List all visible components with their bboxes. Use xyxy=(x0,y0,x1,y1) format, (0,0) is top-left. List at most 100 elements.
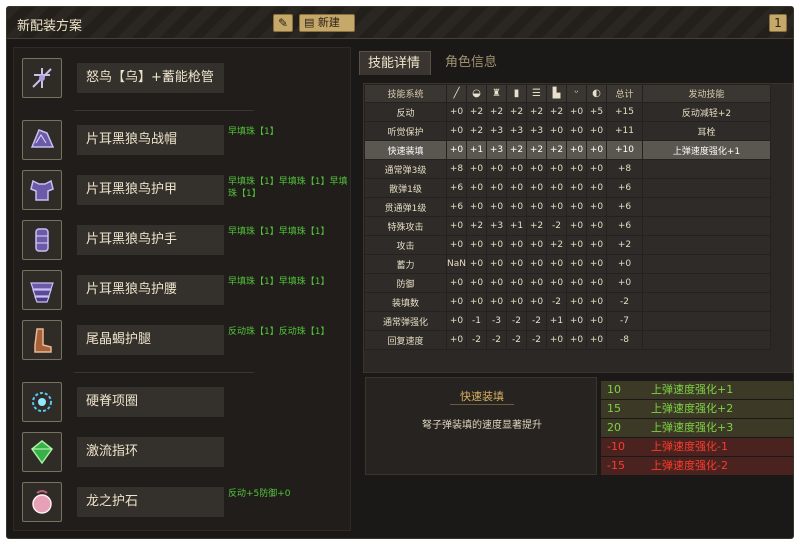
waist-icon: ☰ xyxy=(526,84,547,103)
skill-value-cell: +2 xyxy=(466,121,487,141)
new-button[interactable]: ▤ 新建 xyxy=(299,14,355,32)
table-row[interactable]: 通常弹强化 +0 -1 -3 -2 -2 +1 +0 +0 -7 xyxy=(364,311,771,331)
activation-list: 10 上弹速度强化+1 15 上弹速度强化+2 20 上弹速度强化+3 -10 上弹速度强化-… xyxy=(601,381,793,476)
skill-value-cell: +0 xyxy=(546,159,567,179)
skill-value-cell: +0 xyxy=(586,178,607,198)
table-row[interactable]: 装填数 +0 +0 +0 +0 +0 -2 +0 +0 -2 xyxy=(364,292,771,312)
activated-skill-cell: 反动减轻+2 xyxy=(642,102,771,122)
weapon-bowgun-icon xyxy=(22,58,62,98)
skill-value-cell: +2 xyxy=(466,216,487,236)
table-row[interactable]: 回复速度 +0 -2 -2 -2 -2 +0 +0 +0 -8 xyxy=(364,330,771,350)
skill-value-cell: +0 xyxy=(466,159,487,179)
skill-value-cell: +0 xyxy=(526,197,547,217)
equipment-name: 片耳黑狼鸟战帽 xyxy=(77,125,224,155)
chest-icon xyxy=(22,170,62,210)
skill-value-cell: +0 xyxy=(446,311,467,331)
skill-value-cell: +1 xyxy=(546,311,567,331)
table-row[interactable]: 通常弹3级 +8 +0 +0 +0 +0 +0 +0 +0 +8 xyxy=(364,159,771,179)
equipment-slot-ring[interactable]: 激流指环 xyxy=(22,432,346,472)
activated-skill-cell xyxy=(642,311,771,331)
waist-icon xyxy=(22,270,62,310)
skill-value-cell: +3 xyxy=(486,121,507,141)
skill-value-cell: +1 xyxy=(466,140,487,160)
skill-value-cell: +0 xyxy=(566,292,587,312)
skill-value-cell: +0 xyxy=(566,197,587,217)
skill-value-cell: +0 xyxy=(446,235,467,255)
skill-value-cell: +0 xyxy=(586,140,607,160)
equipment-slot-talisman[interactable]: 龙之护石 反动+5防御+0 xyxy=(22,482,346,522)
skill-value-cell: +1 xyxy=(506,216,527,236)
skill-table: 技能系统 ╱ ◒ ♜ ▮ ☰ ▙ ᵕ ◐ 总计 发动技能 反动 +0 +2 +2 +2 +… xyxy=(363,83,793,373)
table-row[interactable]: 快速装填 +0 +1 +3 +2 +2 +2 +0 +0 +10 上弹速度强化+1 xyxy=(364,140,771,160)
equipment-slot-chest[interactable]: 片耳黑狼鸟护甲 早填珠【1】早填珠【1】早填珠【1】 xyxy=(22,170,347,210)
table-row[interactable]: 反动 +0 +2 +2 +2 +2 +2 +0 +5 +15 反动减轻+2 xyxy=(364,102,771,122)
skill-value-cell: +0 xyxy=(486,197,507,217)
activated-skill-cell xyxy=(642,292,771,312)
detail-description: 弩子弹装填的速度显著提升 xyxy=(422,420,542,431)
table-row[interactable]: 听觉保护 +0 +2 +3 +3 +3 +0 +0 +0 +11 耳栓 xyxy=(364,121,771,141)
skill-value-cell: +3 xyxy=(486,140,507,160)
skill-value-cell: +0 xyxy=(506,254,527,274)
skill-name-cell: 防御 xyxy=(364,273,447,293)
skill-value-cell: +0 xyxy=(546,330,567,350)
skill-value-cell: +0 xyxy=(526,159,547,179)
skill-value-cell: +0 xyxy=(586,254,607,274)
tab-character-info[interactable]: 角色信息 xyxy=(437,51,505,75)
equipment-slot-legs[interactable]: 尾晶蝎护腿 反动珠【1】反动珠【1】 xyxy=(22,320,346,360)
skill-value-cell: +0 xyxy=(586,121,607,141)
skill-value-cell: +0 xyxy=(526,178,547,198)
activation-item: -10 上弹速度强化-1 xyxy=(601,438,793,456)
activation-points: 10 xyxy=(607,383,621,396)
skill-value-cell: -2 xyxy=(506,330,527,350)
skill-value-cell: +0 xyxy=(546,254,567,274)
skill-value-cell: +0 xyxy=(566,235,587,255)
skill-total-cell: -2 xyxy=(606,292,643,312)
skill-value-cell: -2 xyxy=(486,330,507,350)
activated-skill-cell: 耳栓 xyxy=(642,121,771,141)
skill-value-cell: +0 xyxy=(466,254,487,274)
skill-value-cell: -2 xyxy=(506,311,527,331)
title-bar: 新配装方案 ✎ ▤ 新建 1 xyxy=(7,7,793,39)
skill-value-cell: +0 xyxy=(566,121,587,141)
equipment-slot-arms[interactable]: 片耳黑狼鸟护手 早填珠【1】早填珠【1】 xyxy=(22,220,346,260)
skill-value-cell: -1 xyxy=(466,311,487,331)
skill-value-cell: +0 xyxy=(526,235,547,255)
activated-skill-cell: 上弹速度强化+1 xyxy=(642,140,771,160)
skill-value-cell: +0 xyxy=(486,178,507,198)
activation-item: -15 上弹速度强化-2 xyxy=(601,457,793,475)
skill-value-cell: +6 xyxy=(446,178,467,198)
table-row[interactable]: 散弹1级 +6 +0 +0 +0 +0 +0 +0 +0 +6 xyxy=(364,178,771,198)
detail-title: 快速装填 xyxy=(460,390,504,403)
arms-icon xyxy=(22,220,62,260)
skill-value-cell: +0 xyxy=(566,330,587,350)
equipment-name: 片耳黑狼鸟护手 xyxy=(77,225,224,255)
table-row[interactable]: 攻击 +0 +0 +0 +0 +0 +2 +0 +0 +2 xyxy=(364,235,771,255)
table-row[interactable]: 蓄力 NaN +0 +0 +0 +0 +0 +0 +0 +0 xyxy=(364,254,771,274)
equipment-slot-head[interactable]: 片耳黑狼鸟战帽 早填珠【1】 xyxy=(22,120,346,160)
equipment-slot-necklace[interactable]: 硬脊项圈 xyxy=(22,382,346,422)
table-row[interactable]: 防御 +0 +0 +0 +0 +0 +0 +0 +0 +0 xyxy=(364,273,771,293)
skill-value-cell: +0 xyxy=(586,216,607,236)
edit-button[interactable]: ✎ xyxy=(273,14,293,32)
skill-total-cell: +6 xyxy=(606,197,643,217)
skill-value-cell: +0 xyxy=(506,292,527,312)
skill-value-cell: -2 xyxy=(546,292,567,312)
count-badge[interactable]: 1 xyxy=(769,14,787,32)
table-row[interactable]: 贯通弹1级 +6 +0 +0 +0 +0 +0 +0 +0 +6 xyxy=(364,197,771,217)
skill-value-cell: +0 xyxy=(486,254,507,274)
activation-points: -15 xyxy=(607,459,625,472)
equipment-slot-waist[interactable]: 片耳黑狼鸟护腰 早填珠【1】早填珠【1】 xyxy=(22,270,346,310)
skill-value-cell: +0 xyxy=(506,197,527,217)
skill-value-cell: +0 xyxy=(446,121,467,141)
skill-value-cell: +0 xyxy=(466,235,487,255)
skill-value-cell: +0 xyxy=(526,254,547,274)
equipment-slot-weapon[interactable]: 怒鸟【乌】+蓄能枪管 xyxy=(22,58,346,98)
equipment-name: 龙之护石 xyxy=(77,487,224,517)
skill-value-cell: +0 xyxy=(486,235,507,255)
tab-skill-details[interactable]: 技能详情 xyxy=(359,51,431,75)
skill-total-cell: +0 xyxy=(606,273,643,293)
activated-skill-cell xyxy=(642,159,771,179)
table-row[interactable]: 特殊攻击 +0 +2 +3 +1 +2 -2 +0 +0 +6 xyxy=(364,216,771,236)
skill-value-cell: +2 xyxy=(546,235,567,255)
skill-value-cell: +0 xyxy=(446,292,467,312)
